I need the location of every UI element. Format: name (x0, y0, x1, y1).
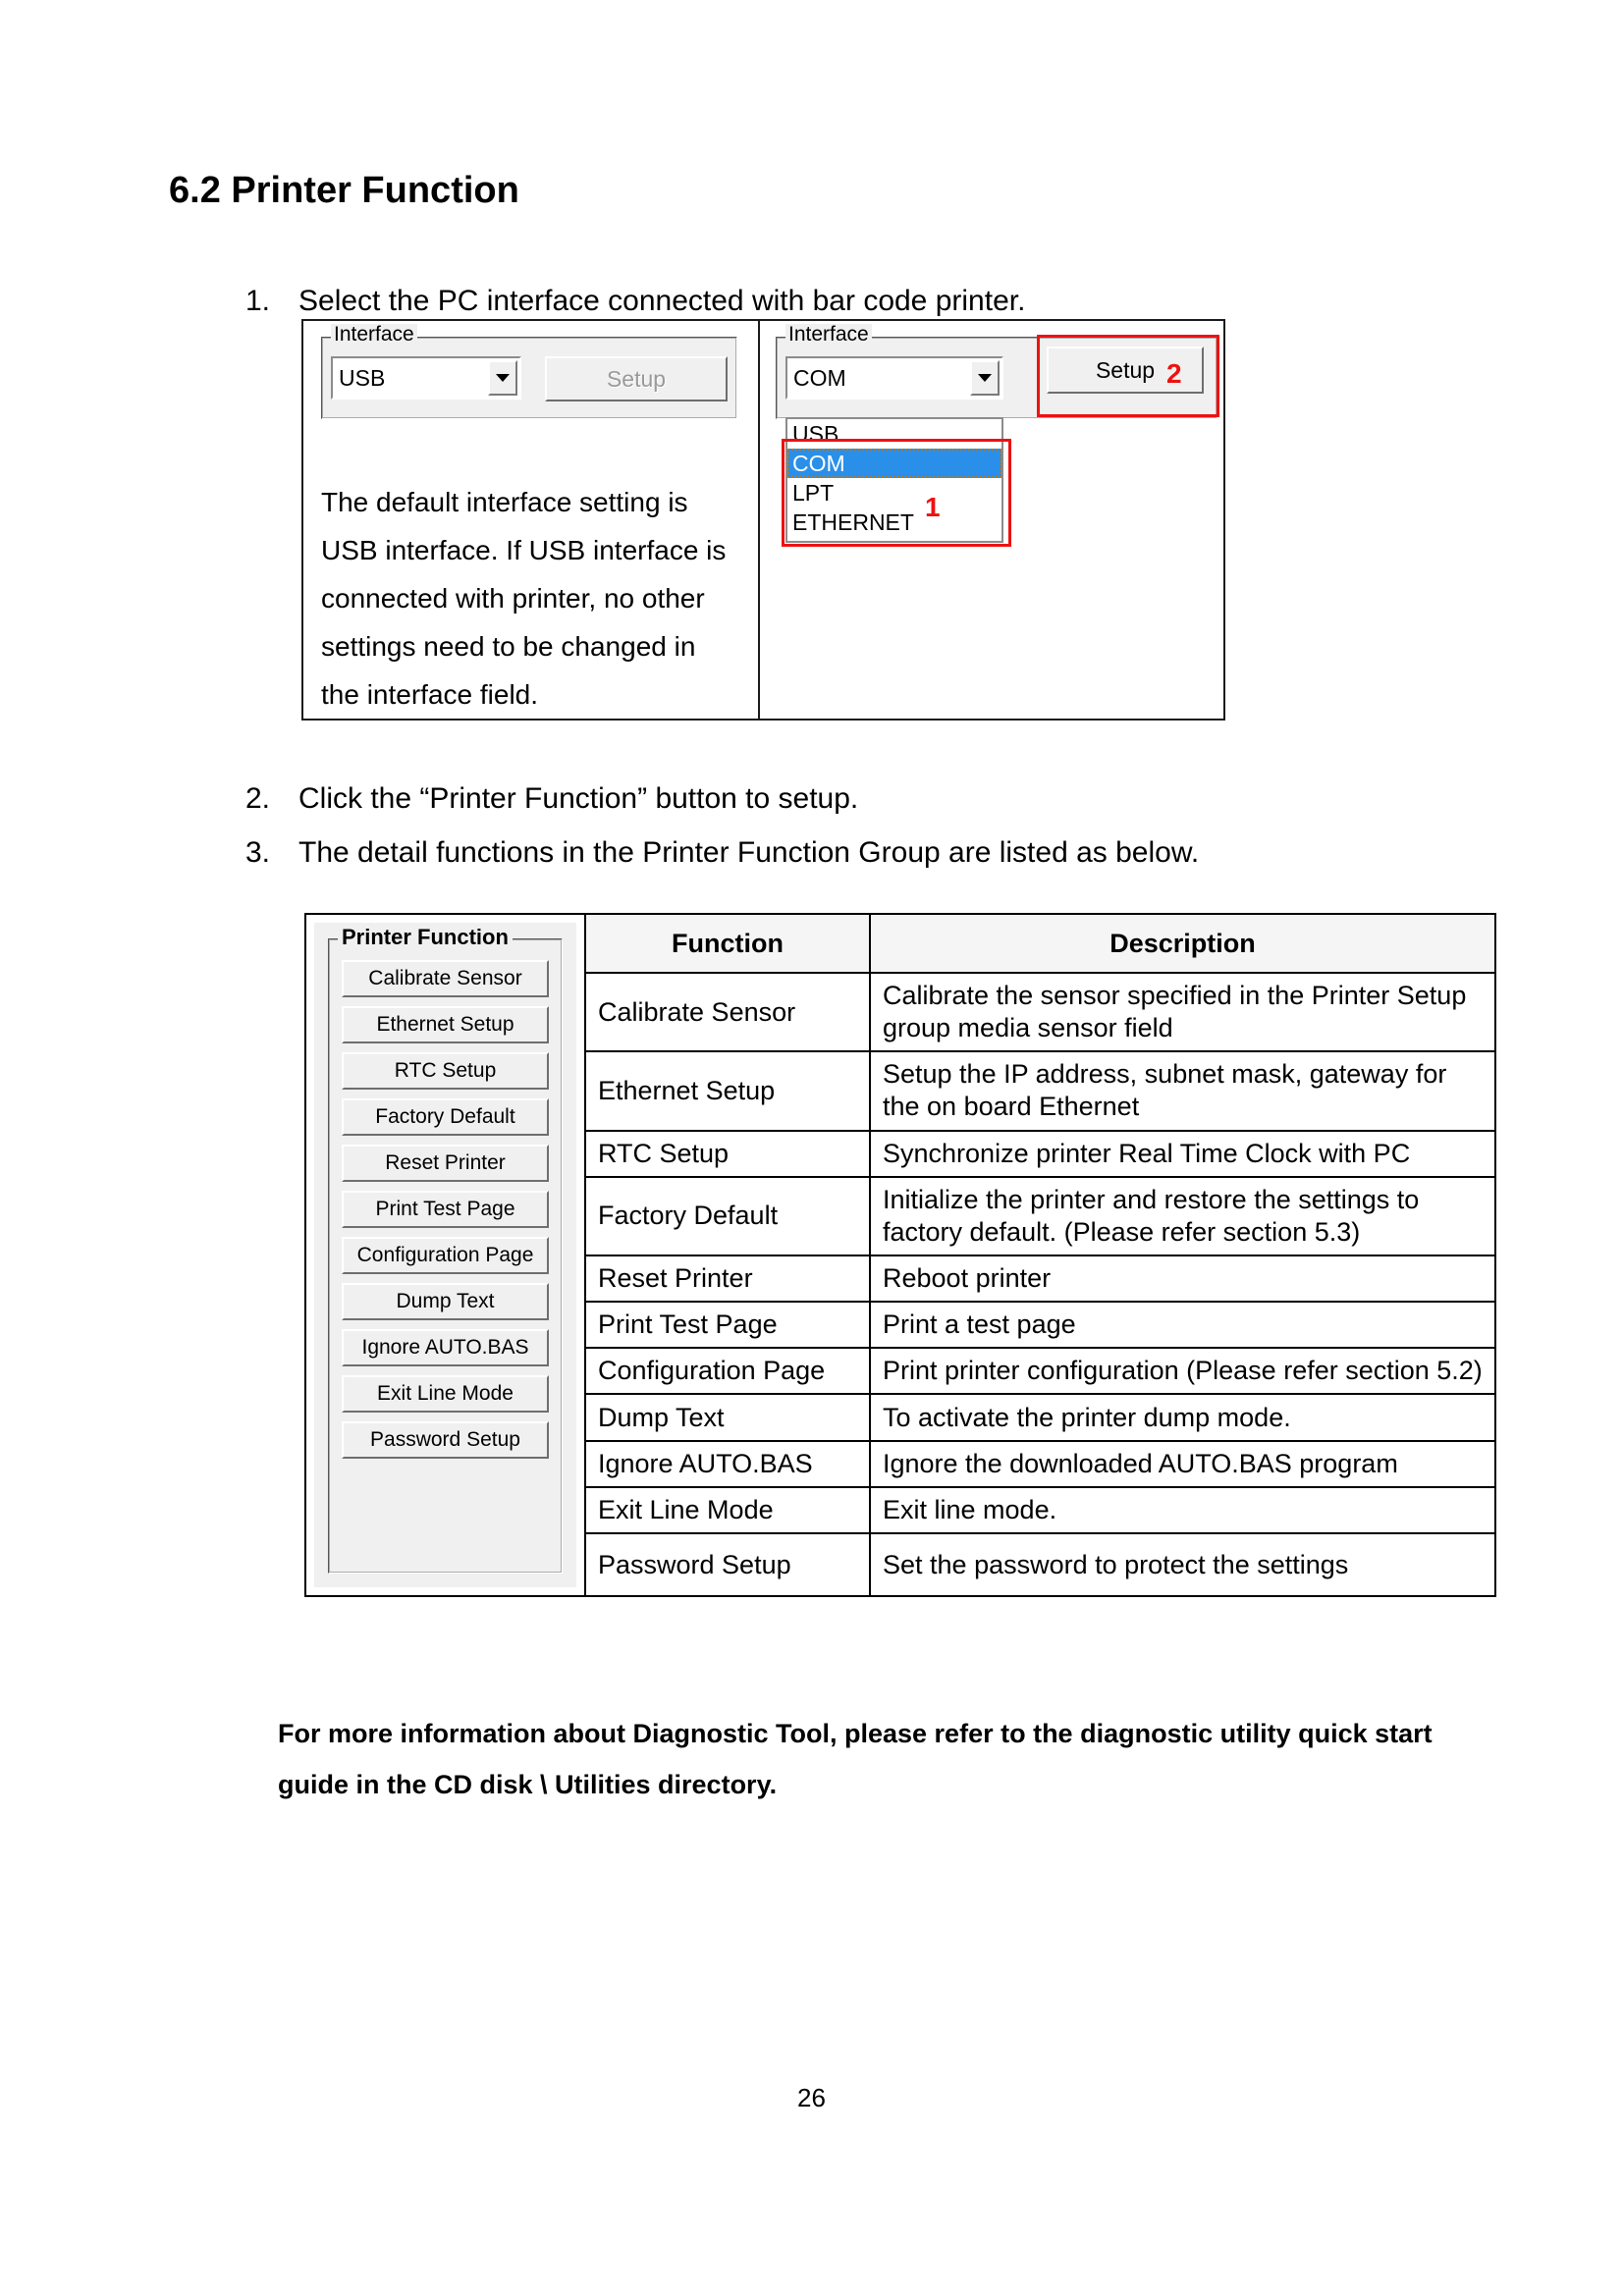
footer-note: For more information about Diagnostic To… (278, 1719, 1433, 1799)
cell-function: Configuration Page (584, 1347, 871, 1396)
step-number: 2. (245, 782, 271, 815)
cell-description: Set the password to protect the settings (869, 1532, 1496, 1597)
exit-line-mode-button[interactable]: Exit Line Mode (342, 1375, 549, 1413)
printer-function-groupbox: Printer Function Calibrate Sensor Ethern… (328, 927, 563, 1574)
cell-function: Exit Line Mode (584, 1485, 871, 1535)
cell-function: Dump Text (584, 1393, 871, 1442)
rtc-setup-button[interactable]: RTC Setup (342, 1052, 549, 1090)
page-number: 26 (797, 2083, 826, 2112)
annotation-number-2: 2 (1166, 358, 1182, 389)
interface-figure: Interface USB Setup The default interfac… (301, 319, 1225, 721)
step-item-1: 1. Select the PC interface connected with… (245, 283, 1025, 320)
step-text: Click the “Printer Function” button to s… (298, 782, 859, 815)
page-title: 6.2 Printer Function (169, 170, 519, 212)
cell-description: Ignore the downloaded AUTO.BAS program (869, 1439, 1496, 1488)
annotation-number-1: 1 (925, 492, 941, 522)
chevron-down-icon[interactable] (970, 360, 1000, 396)
printer-function-dialog: Printer Function Calibrate Sensor Ethern… (314, 923, 576, 1587)
setup-button-disabled[interactable]: Setup (545, 356, 728, 401)
cell-function: Calibrate Sensor (584, 971, 871, 1053)
interface-combo-com[interactable]: COM (785, 356, 1003, 400)
cell-description: Calibrate the sensor specified in the Pr… (869, 971, 1496, 1053)
cell-function: Factory Default (584, 1175, 871, 1256)
step-text: Select the PC interface connected with b… (298, 285, 1026, 317)
chevron-down-icon[interactable] (488, 360, 517, 396)
configuration-page-button[interactable]: Configuration Page (342, 1237, 549, 1274)
cell-description: Reboot printer (869, 1254, 1496, 1304)
dropdown-option-usb[interactable]: USB (787, 419, 1001, 449)
interface-groupbox-legend: Interface (331, 324, 417, 345)
factory-default-button[interactable]: Factory Default (342, 1098, 549, 1136)
cell-function: Ignore AUTO.BAS (584, 1439, 871, 1488)
password-setup-button[interactable]: Password Setup (342, 1421, 549, 1459)
interface-figure-right-cell: Interface COM USB COM LPT ETHERNET Setup… (760, 321, 1223, 719)
cell-function: Ethernet Setup (584, 1050, 871, 1132)
table-header-description: Description (869, 913, 1496, 974)
printer-function-legend: Printer Function (338, 927, 513, 948)
printer-function-table: Printer Function Calibrate Sensor Ethern… (304, 913, 1496, 1597)
cell-description: Initialize the printer and restore the s… (869, 1175, 1496, 1256)
table-header-function: Function (584, 913, 871, 974)
dropdown-option-com[interactable]: COM (787, 449, 1001, 478)
cell-description: Exit line mode. (869, 1485, 1496, 1535)
step-number: 3. (245, 836, 271, 869)
interface-default-note: The default interface setting is USB int… (321, 487, 727, 710)
calibrate-sensor-button[interactable]: Calibrate Sensor (342, 960, 549, 997)
reset-printer-button[interactable]: Reset Printer (342, 1145, 549, 1182)
cell-description: Synchronize printer Real Time Clock with… (869, 1129, 1496, 1178)
step-text: The detail functions in the Printer Func… (298, 836, 1200, 869)
interface-figure-left-cell: Interface USB Setup The default interfac… (303, 321, 760, 719)
cell-description: Setup the IP address, subnet mask, gatew… (869, 1050, 1496, 1132)
dropdown-option-ethernet[interactable]: ETHERNET (787, 507, 1001, 537)
step-item-2: 2. Click the “Printer Function” button to… (245, 780, 858, 818)
interface-dropdown-list[interactable]: USB COM LPT ETHERNET (785, 417, 1003, 543)
printer-function-panel-cell: Printer Function Calibrate Sensor Ethern… (304, 913, 586, 1597)
interface-dialog-default: Interface USB Setup (321, 324, 737, 419)
step-item-3: 3. The detail functions in the Printer Fu… (245, 834, 1199, 872)
cell-function: RTC Setup (584, 1129, 871, 1178)
print-test-page-button[interactable]: Print Test Page (342, 1191, 549, 1228)
dropdown-option-lpt[interactable]: LPT (787, 478, 1001, 507)
interface-groupbox-com-legend: Interface (785, 324, 872, 345)
ignore-auto-bas-button[interactable]: Ignore AUTO.BAS (342, 1329, 549, 1366)
step-number: 1. (245, 285, 271, 317)
cell-description: Print a test page (869, 1301, 1496, 1350)
interface-combo-com-value: COM (793, 364, 846, 391)
ethernet-setup-button[interactable]: Ethernet Setup (342, 1006, 549, 1043)
cell-function: Print Test Page (584, 1301, 871, 1350)
interface-combo-value: USB (339, 364, 386, 391)
cell-description: Print printer configuration (Please refe… (869, 1347, 1496, 1396)
interface-combo-default[interactable]: USB (331, 356, 521, 400)
dump-text-button[interactable]: Dump Text (342, 1283, 549, 1320)
cell-function: Reset Printer (584, 1254, 871, 1304)
cell-function: Password Setup (584, 1532, 871, 1597)
cell-description: To activate the printer dump mode. (869, 1393, 1496, 1442)
table-header-row: Printer Function Calibrate Sensor Ethern… (304, 913, 1496, 1597)
printer-function-button-list: Calibrate Sensor Ethernet Setup RTC Setu… (342, 960, 549, 1459)
